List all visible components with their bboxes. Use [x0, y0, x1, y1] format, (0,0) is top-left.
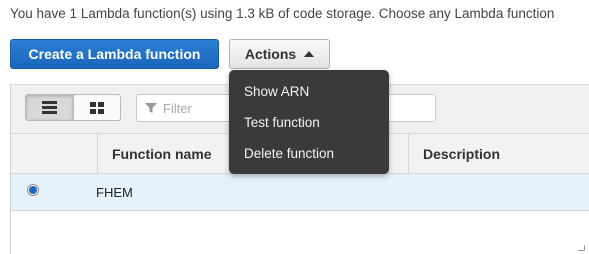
- column-header-function-name[interactable]: Function name: [112, 146, 212, 162]
- actions-button[interactable]: Actions: [229, 39, 330, 69]
- radio-selected-dot: [29, 186, 37, 194]
- column-header-description[interactable]: Description: [423, 146, 500, 162]
- actions-button-label: Actions: [244, 46, 297, 62]
- create-lambda-function-button[interactable]: Create a Lambda function: [10, 39, 219, 69]
- intro-text: You have 1 Lambda function(s) using 1.3 …: [10, 6, 555, 21]
- grid-view-button[interactable]: [72, 95, 121, 120]
- filter-funnel-icon: [145, 103, 157, 113]
- list-view-button[interactable]: [26, 95, 73, 120]
- menu-item-test-function[interactable]: Test function: [229, 107, 389, 138]
- column-separator[interactable]: [408, 134, 409, 174]
- view-toggle: [25, 94, 121, 121]
- function-name-cell[interactable]: FHEM: [96, 185, 133, 200]
- row-select-radio[interactable]: [27, 184, 39, 196]
- caret-up-icon: [304, 51, 315, 57]
- menu-item-show-arn[interactable]: Show ARN: [229, 76, 389, 107]
- actions-dropdown-menu: Show ARN Test function Delete function: [229, 70, 389, 174]
- grid-view-icon: [89, 101, 104, 114]
- menu-item-delete-function[interactable]: Delete function: [229, 138, 389, 169]
- column-separator[interactable]: [97, 134, 98, 174]
- resize-grip-icon[interactable]: [575, 243, 585, 251]
- list-view-icon: [41, 101, 57, 114]
